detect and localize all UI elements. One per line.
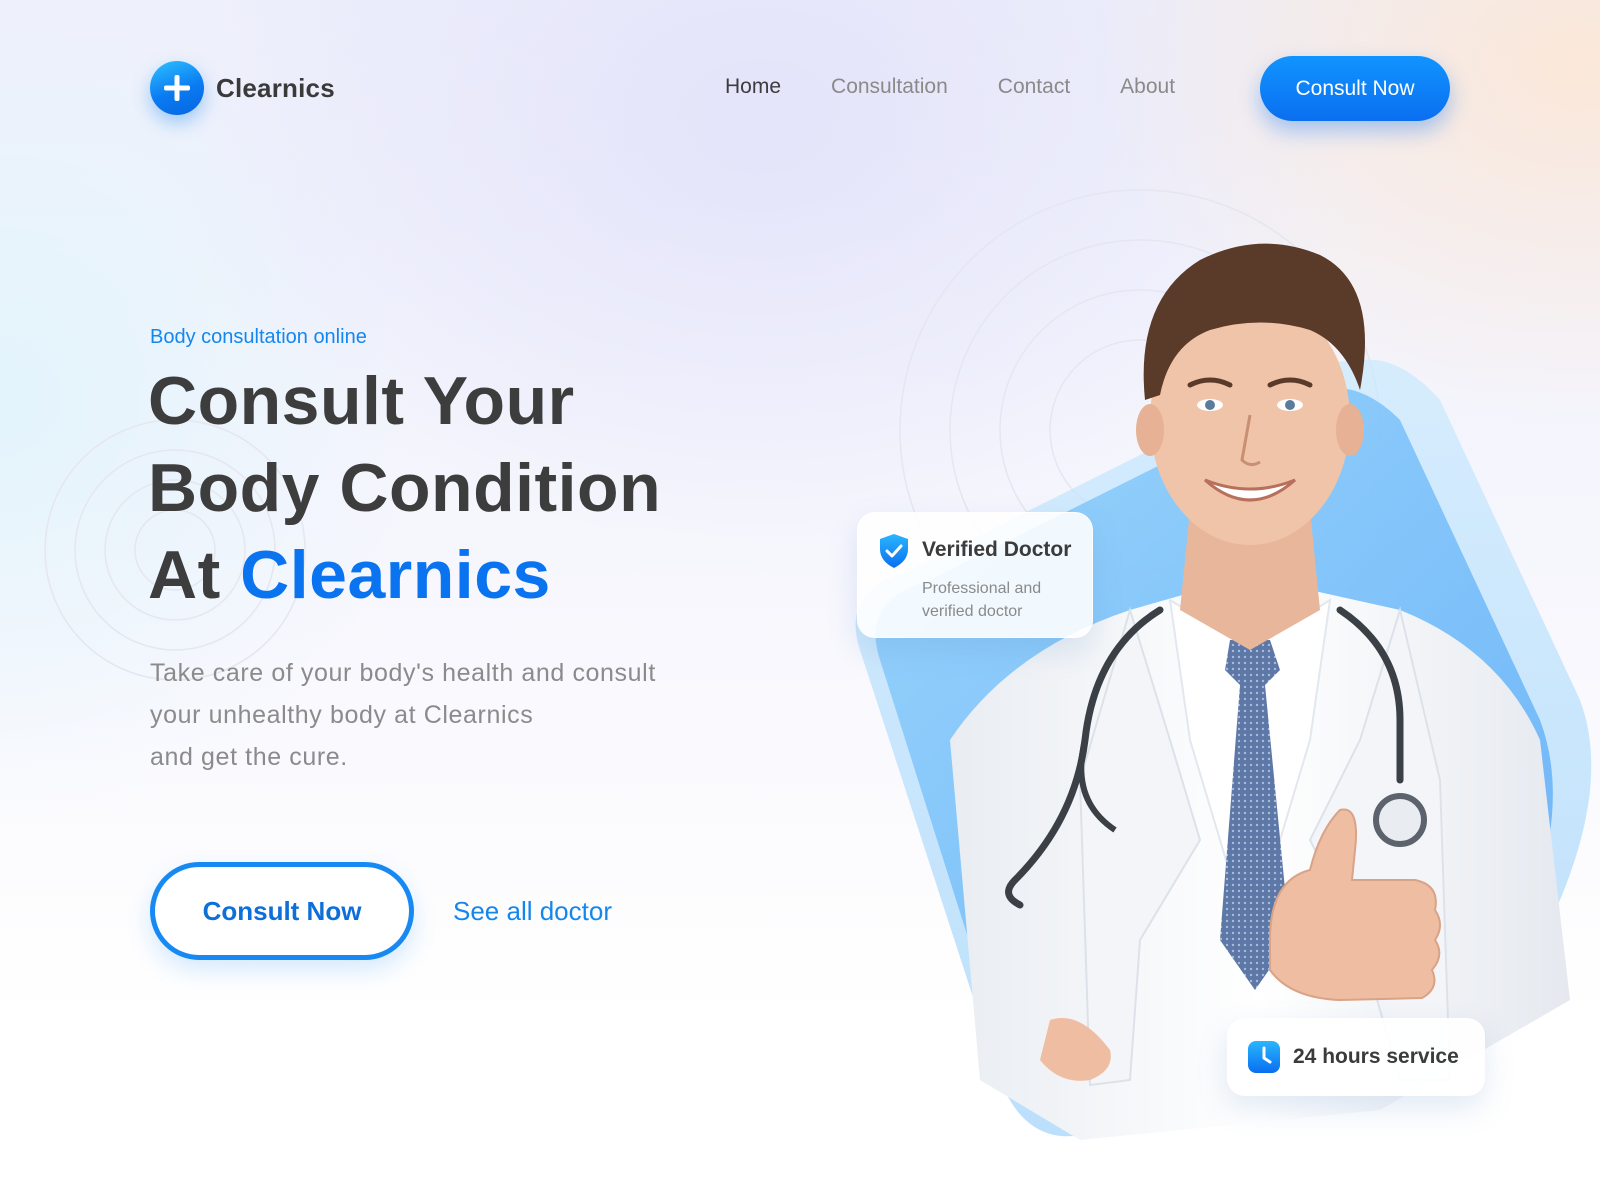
- headline-line-3: At Clearnics: [148, 532, 848, 619]
- headline-line-2: Body Condition: [148, 450, 662, 526]
- doctor-photo: [855, 189, 1592, 1140]
- verified-doctor-card: Verified Doctor Professional and verifie…: [857, 512, 1093, 638]
- verified-doctor-title: Verified Doctor: [922, 538, 1072, 561]
- service-hours-card: 24 hours service: [1227, 1018, 1485, 1096]
- main-nav: Home Consultation Contact About: [725, 75, 1225, 99]
- brand-name: Clearnics: [216, 72, 335, 103]
- hero-consult-now-button[interactable]: Consult Now: [150, 862, 414, 960]
- description-line-2: your unhealthy body at Clearnics: [150, 701, 534, 729]
- clock-icon: [1248, 1041, 1280, 1073]
- verified-doctor-subtitle: Professional and verified doctor: [922, 580, 1042, 620]
- header-consult-now-button[interactable]: Consult Now: [1260, 56, 1450, 121]
- hero-visual: [840, 180, 1600, 1160]
- hero-kicker: Body consultation online: [150, 326, 367, 348]
- description-line-3: and get the cure.: [150, 743, 348, 771]
- nav-item-consultation[interactable]: Consultation: [831, 75, 948, 99]
- nav-item-contact[interactable]: Contact: [998, 75, 1070, 99]
- hero-headline: Consult Your Body Condition At Clearnics: [148, 358, 848, 619]
- nav-item-home[interactable]: Home: [725, 75, 781, 99]
- headline-accent-brand: Clearnics: [240, 537, 551, 613]
- description-line-1: Take care of your body's health and cons…: [150, 659, 656, 687]
- brand-logo[interactable]: Clearnics: [150, 61, 335, 115]
- nav-item-about[interactable]: About: [1120, 75, 1175, 99]
- hero-description: Take care of your body's health and cons…: [150, 652, 790, 778]
- service-hours-label: 24 hours service: [1293, 1045, 1459, 1068]
- headline-line-1: Consult Your: [148, 363, 575, 439]
- plus-icon: [150, 61, 204, 115]
- headline-prefix: At: [148, 537, 221, 613]
- shield-check-icon: [880, 534, 908, 568]
- see-all-doctor-link[interactable]: See all doctor: [453, 896, 612, 927]
